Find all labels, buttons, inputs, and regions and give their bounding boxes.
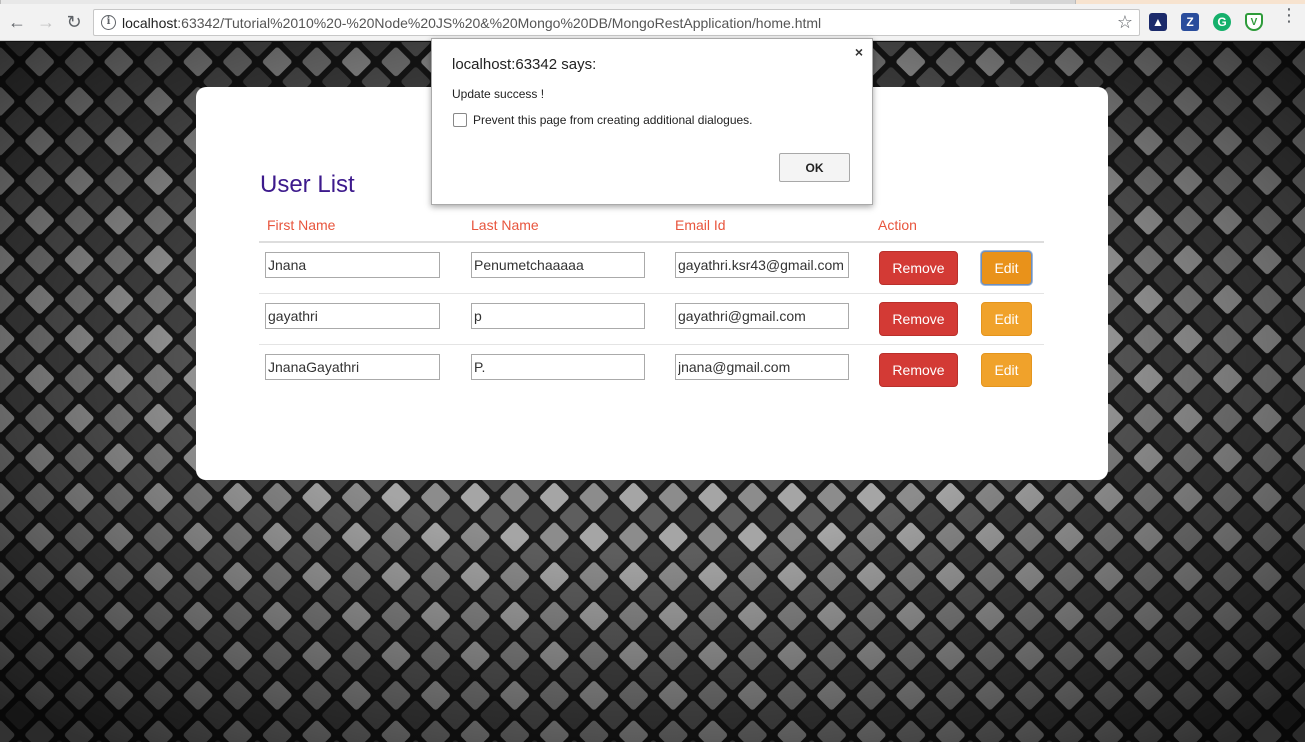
email-input[interactable] (675, 303, 849, 329)
first-name-input[interactable] (265, 252, 440, 278)
menu-dots-icon[interactable]: ⋮ (1280, 6, 1298, 24)
grammarly-extension-icon[interactable]: G (1213, 13, 1231, 31)
table-row: Remove Edit (259, 294, 1044, 345)
table-header: First Name Last Name Email Id Action (259, 209, 1044, 243)
column-header-last-name: Last Name (471, 217, 539, 233)
info-icon[interactable]: i (101, 15, 116, 30)
remove-button[interactable]: Remove (879, 353, 958, 387)
address-bar[interactable]: i localhost:63342/Tutorial%2010%20-%20No… (93, 9, 1140, 36)
zotero-extension-icon[interactable]: Z (1181, 13, 1199, 31)
prevent-dialogs-label[interactable]: Prevent this page from creating addition… (473, 113, 753, 127)
close-icon[interactable]: × (855, 44, 863, 60)
back-icon[interactable]: ← (6, 11, 28, 33)
alert-dialog: × localhost:63342 says: Update success !… (431, 38, 873, 205)
remove-button[interactable]: Remove (879, 251, 958, 285)
extension-icon[interactable]: ▲ (1149, 13, 1167, 31)
column-header-first-name: First Name (267, 217, 336, 233)
dialog-message: Update success ! (452, 87, 545, 101)
dialog-origin: localhost:63342 says: (452, 56, 597, 73)
prevent-dialogs-checkbox[interactable] (453, 113, 467, 127)
column-header-action: Action (878, 217, 917, 233)
page-title: User List (260, 171, 355, 198)
column-header-email: Email Id (675, 217, 726, 233)
table-row: Remove Edit (259, 243, 1044, 294)
email-input[interactable] (675, 252, 849, 278)
first-name-input[interactable] (265, 303, 440, 329)
table-row: Remove Edit (259, 345, 1044, 396)
forward-icon[interactable]: → (35, 11, 57, 33)
remove-button[interactable]: Remove (879, 302, 958, 336)
first-name-input[interactable] (265, 354, 440, 380)
url-text[interactable]: localhost:63342/Tutorial%2010%20-%20Node… (122, 15, 821, 31)
browser-toolbar: ← → ↻ i localhost:63342/Tutorial%2010%20… (0, 4, 1305, 41)
ok-button[interactable]: OK (779, 153, 850, 182)
reload-icon[interactable]: ↻ (63, 11, 85, 33)
edit-button[interactable]: Edit (981, 302, 1032, 336)
last-name-input[interactable] (471, 303, 645, 329)
edit-button[interactable]: Edit (981, 251, 1032, 285)
last-name-input[interactable] (471, 354, 645, 380)
bookmark-star-icon[interactable]: ☆ (1117, 12, 1133, 33)
shield-extension-icon[interactable]: V (1245, 13, 1263, 31)
user-table: First Name Last Name Email Id Action Rem… (259, 209, 1044, 396)
email-input[interactable] (675, 354, 849, 380)
last-name-input[interactable] (471, 252, 645, 278)
edit-button[interactable]: Edit (981, 353, 1032, 387)
